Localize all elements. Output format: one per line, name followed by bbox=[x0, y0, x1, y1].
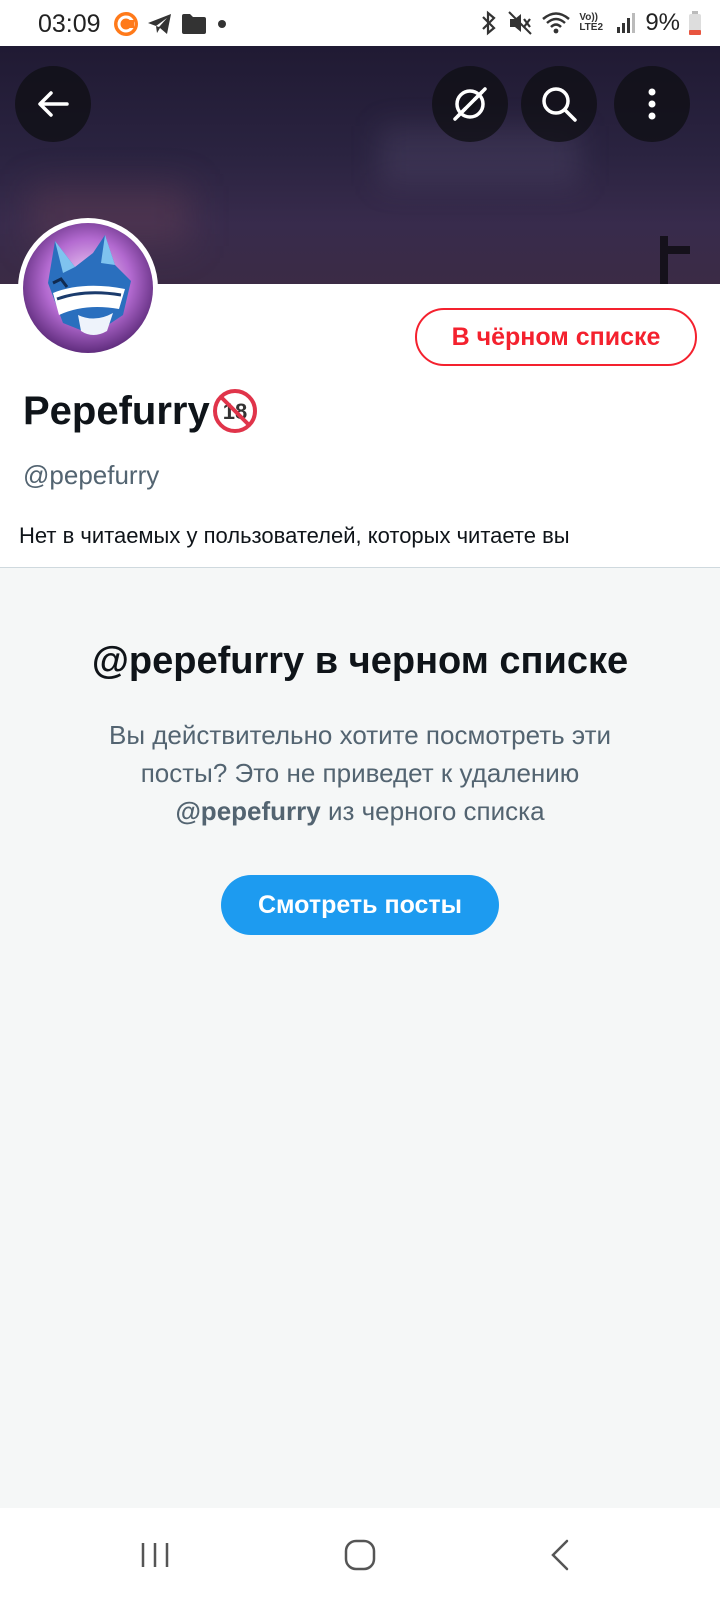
back-button[interactable] bbox=[15, 66, 91, 142]
search-icon bbox=[542, 87, 577, 122]
more-vertical-icon bbox=[648, 88, 656, 120]
grok-button[interactable] bbox=[432, 66, 508, 142]
status-bar: 03:09 Vo)) LTE2 9% bbox=[0, 0, 720, 46]
back-nav-button[interactable] bbox=[530, 1530, 590, 1580]
search-button[interactable] bbox=[521, 66, 597, 142]
profile-handle: @pepefurry bbox=[23, 460, 160, 490]
view-posts-button[interactable]: Смотреть посты bbox=[221, 875, 499, 935]
banner-silhouette bbox=[660, 236, 668, 284]
signal-icon bbox=[617, 13, 636, 33]
desc-handle: @pepefurry bbox=[175, 796, 321, 826]
recent-apps-button[interactable] bbox=[125, 1530, 185, 1580]
bluetooth-icon bbox=[482, 10, 496, 36]
more-button[interactable] bbox=[614, 66, 690, 142]
status-left-icons bbox=[113, 11, 229, 37]
blocked-button[interactable]: В чёрном списке bbox=[415, 308, 697, 366]
grok-icon bbox=[453, 87, 487, 121]
browser-app-icon bbox=[114, 12, 138, 36]
status-time: 03:09 bbox=[38, 10, 101, 38]
avatar[interactable] bbox=[18, 218, 158, 358]
banner-silhouette bbox=[660, 246, 690, 254]
folder-icon bbox=[182, 14, 206, 34]
status-right-icons: Vo)) LTE2 9% bbox=[479, 9, 702, 37]
blocked-notice-title: @pepefurry в черном списке bbox=[91, 640, 629, 682]
home-button[interactable] bbox=[330, 1530, 390, 1580]
blocked-notice-panel: @pepefurry в черном списке Вы действител… bbox=[0, 568, 720, 1508]
mute-icon bbox=[508, 11, 533, 35]
profile-display-name: Pepefurry 18 bbox=[23, 388, 258, 434]
display-name-text: Pepefurry bbox=[23, 388, 210, 433]
battery-icon bbox=[689, 11, 701, 35]
dot-icon bbox=[218, 20, 226, 28]
followers-you-know-note[interactable]: Нет в читаемых у пользователей, которых … bbox=[19, 523, 570, 549]
volte-icon: Vo)) LTE2 bbox=[579, 12, 604, 33]
desc-part1: Вы действительно хотите посмотреть эти п… bbox=[108, 720, 612, 788]
wifi-icon bbox=[542, 12, 571, 34]
home-icon bbox=[344, 1539, 376, 1571]
back-icon bbox=[551, 1539, 569, 1571]
arrow-left-icon bbox=[38, 91, 69, 117]
desc-part2: из черного списка bbox=[327, 796, 545, 826]
telegram-icon bbox=[148, 14, 171, 34]
avatar-image bbox=[23, 223, 153, 353]
adult-18-icon: 18 bbox=[212, 389, 257, 433]
system-nav-bar bbox=[0, 1508, 720, 1600]
blocked-notice-description: Вы действительно хотите посмотреть эти п… bbox=[80, 716, 640, 830]
recent-apps-icon bbox=[141, 1543, 169, 1567]
battery-percent: 9% bbox=[645, 9, 680, 36]
